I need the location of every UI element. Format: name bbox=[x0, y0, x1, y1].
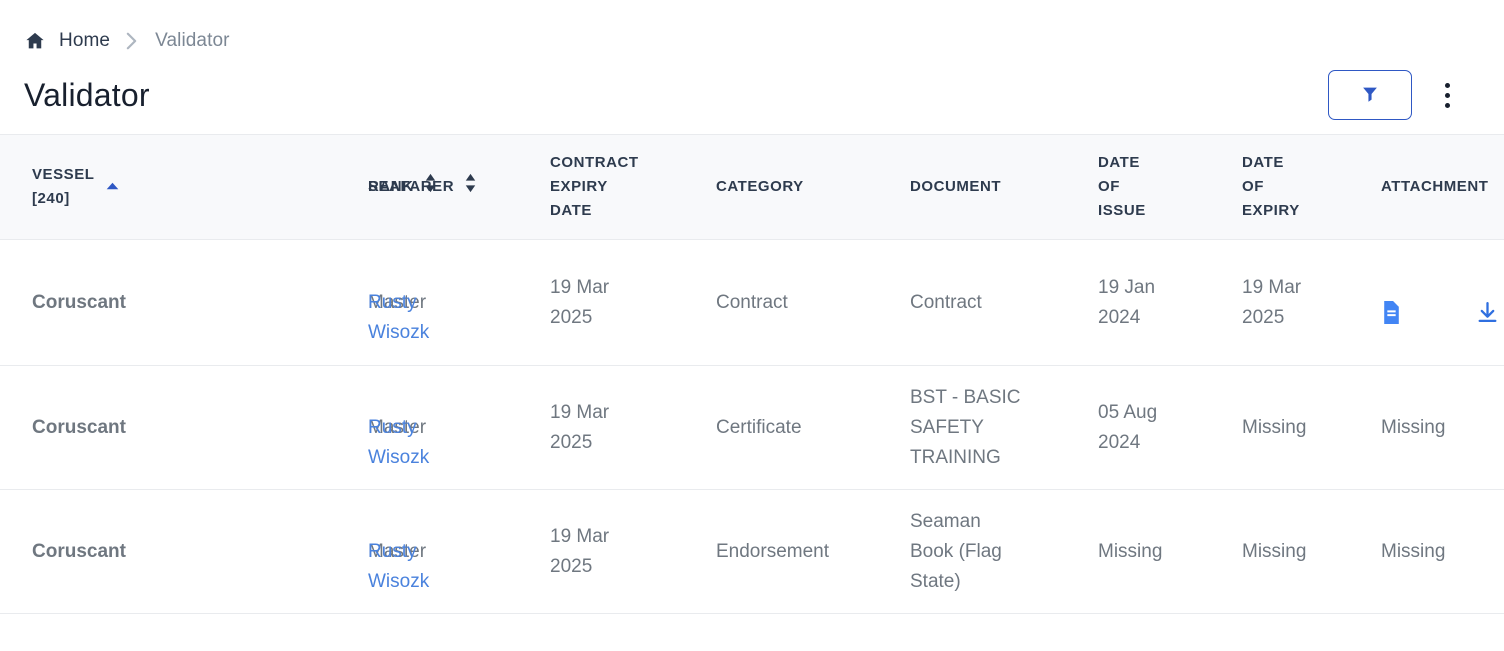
cell-rank: Master bbox=[368, 416, 427, 438]
column-header-date-of-issue-label: DATE OF ISSUE bbox=[1098, 154, 1146, 219]
column-header-seafarer-label: SEAFARER bbox=[368, 178, 455, 195]
validator-table: VESSEL [240] RANK SEAFARER CONTRACT EXPI… bbox=[0, 134, 1504, 614]
cell-rank: Master bbox=[368, 540, 427, 562]
cell-vessel: Coruscant bbox=[32, 416, 126, 438]
breadcrumb: Home Validator bbox=[0, 0, 1504, 56]
header-actions bbox=[1328, 70, 1460, 120]
cell-attachment bbox=[1381, 240, 1504, 366]
column-header-attachment-label: ATTACHMENT bbox=[1381, 178, 1489, 195]
cell-date-of-issue: Missing bbox=[1098, 540, 1163, 562]
validator-table-wrapper: VESSEL [240] RANK SEAFARER CONTRACT EXPI… bbox=[0, 134, 1504, 614]
column-header-date-of-expiry: DATE OF EXPIRY bbox=[1242, 135, 1381, 240]
cell-date-of-issue: 05 Aug 2024 bbox=[1098, 401, 1158, 453]
column-header-vessel-label: VESSEL [240] bbox=[32, 166, 95, 207]
cell-date-of-expiry: Missing bbox=[1242, 416, 1307, 438]
sort-ascending-icon[interactable] bbox=[105, 175, 120, 199]
chevron-right-icon bbox=[124, 31, 139, 51]
cell-rank: Master bbox=[368, 291, 427, 313]
cell-seafarer[interactable]: Rusty Wisozk bbox=[368, 490, 550, 614]
cell-attachment: Missing bbox=[1381, 540, 1446, 562]
column-header-contract-expiry-date-label: CONTRACT EXPIRY DATE bbox=[550, 154, 639, 219]
column-header-date-of-issue: DATE OF ISSUE bbox=[1098, 135, 1242, 240]
kebab-dot bbox=[1444, 92, 1450, 98]
cell-contract-expiry-date: 19 Mar 2025 bbox=[550, 276, 610, 328]
kebab-dot bbox=[1444, 82, 1450, 88]
column-header-document: DOCUMENT bbox=[910, 135, 1098, 240]
sort-both-icon[interactable] bbox=[464, 173, 477, 201]
cell-contract-expiry-date: 19 Mar 2025 bbox=[550, 401, 610, 453]
column-header-seafarer[interactable]: SEAFARER bbox=[368, 135, 550, 240]
page-header: Validator bbox=[0, 56, 1504, 134]
cell-document: Contract bbox=[910, 291, 982, 313]
column-header-contract-expiry-date: CONTRACT EXPIRY DATE bbox=[550, 135, 716, 240]
column-header-category-label: CATEGORY bbox=[716, 178, 804, 195]
cell-vessel: Coruscant bbox=[32, 291, 126, 313]
cell-date-of-expiry: Missing bbox=[1242, 540, 1307, 562]
breadcrumb-current: Validator bbox=[155, 30, 230, 51]
cell-vessel: Coruscant bbox=[32, 540, 126, 562]
cell-document: BST - BASIC SAFETY TRAINING bbox=[910, 386, 1021, 468]
cell-category: Contract bbox=[716, 291, 788, 313]
more-vertical-icon[interactable] bbox=[1434, 75, 1460, 115]
column-header-attachment: ATTACHMENT bbox=[1381, 135, 1504, 240]
filter-button[interactable] bbox=[1328, 70, 1412, 120]
table-header-row: VESSEL [240] RANK SEAFARER CONTRACT EXPI… bbox=[0, 134, 1504, 240]
cell-seafarer[interactable]: Rusty Wisozk bbox=[368, 366, 550, 490]
cell-contract-expiry-date: 19 Mar 2025 bbox=[550, 525, 610, 577]
file-document-icon[interactable] bbox=[1381, 270, 1402, 335]
cell-seafarer[interactable]: Rusty Wisozk bbox=[368, 240, 550, 366]
cell-date-of-expiry: 19 Mar 2025 bbox=[1242, 276, 1302, 328]
breadcrumb-home-link[interactable]: Home bbox=[59, 30, 110, 52]
table-body: Coruscant Master Rusty Wisozk 19 Mar 202… bbox=[0, 240, 1504, 614]
filter-funnel-icon bbox=[1359, 83, 1381, 108]
kebab-dot bbox=[1444, 102, 1450, 108]
column-header-rank[interactable]: RANK bbox=[168, 135, 435, 240]
download-icon[interactable] bbox=[1475, 270, 1500, 335]
cell-category: Endorsement bbox=[716, 540, 830, 562]
table-row[interactable]: Coruscant Master Rusty Wisozk 19 Mar 202… bbox=[0, 366, 1504, 490]
cell-attachment: Missing bbox=[1381, 416, 1446, 438]
table-row[interactable]: Coruscant Master Rusty Wisozk 19 Mar 202… bbox=[0, 240, 1504, 366]
column-header-category: CATEGORY bbox=[716, 135, 910, 240]
column-header-document-label: DOCUMENT bbox=[910, 178, 1002, 195]
cell-date-of-issue: 19 Jan 2024 bbox=[1098, 276, 1156, 328]
column-header-date-of-expiry-label: DATE OF EXPIRY bbox=[1242, 154, 1300, 219]
home-icon[interactable] bbox=[24, 30, 46, 52]
cell-category: Certificate bbox=[716, 416, 802, 438]
table-row[interactable]: Coruscant Master Rusty Wisozk 19 Mar 202… bbox=[0, 490, 1504, 614]
page-title: Validator bbox=[24, 76, 150, 113]
cell-document: Seaman Book (Flag State) bbox=[910, 510, 1002, 592]
table-header: VESSEL [240] RANK SEAFARER CONTRACT EXPI… bbox=[0, 134, 1504, 240]
column-header-vessel[interactable]: VESSEL [240] bbox=[0, 135, 168, 240]
